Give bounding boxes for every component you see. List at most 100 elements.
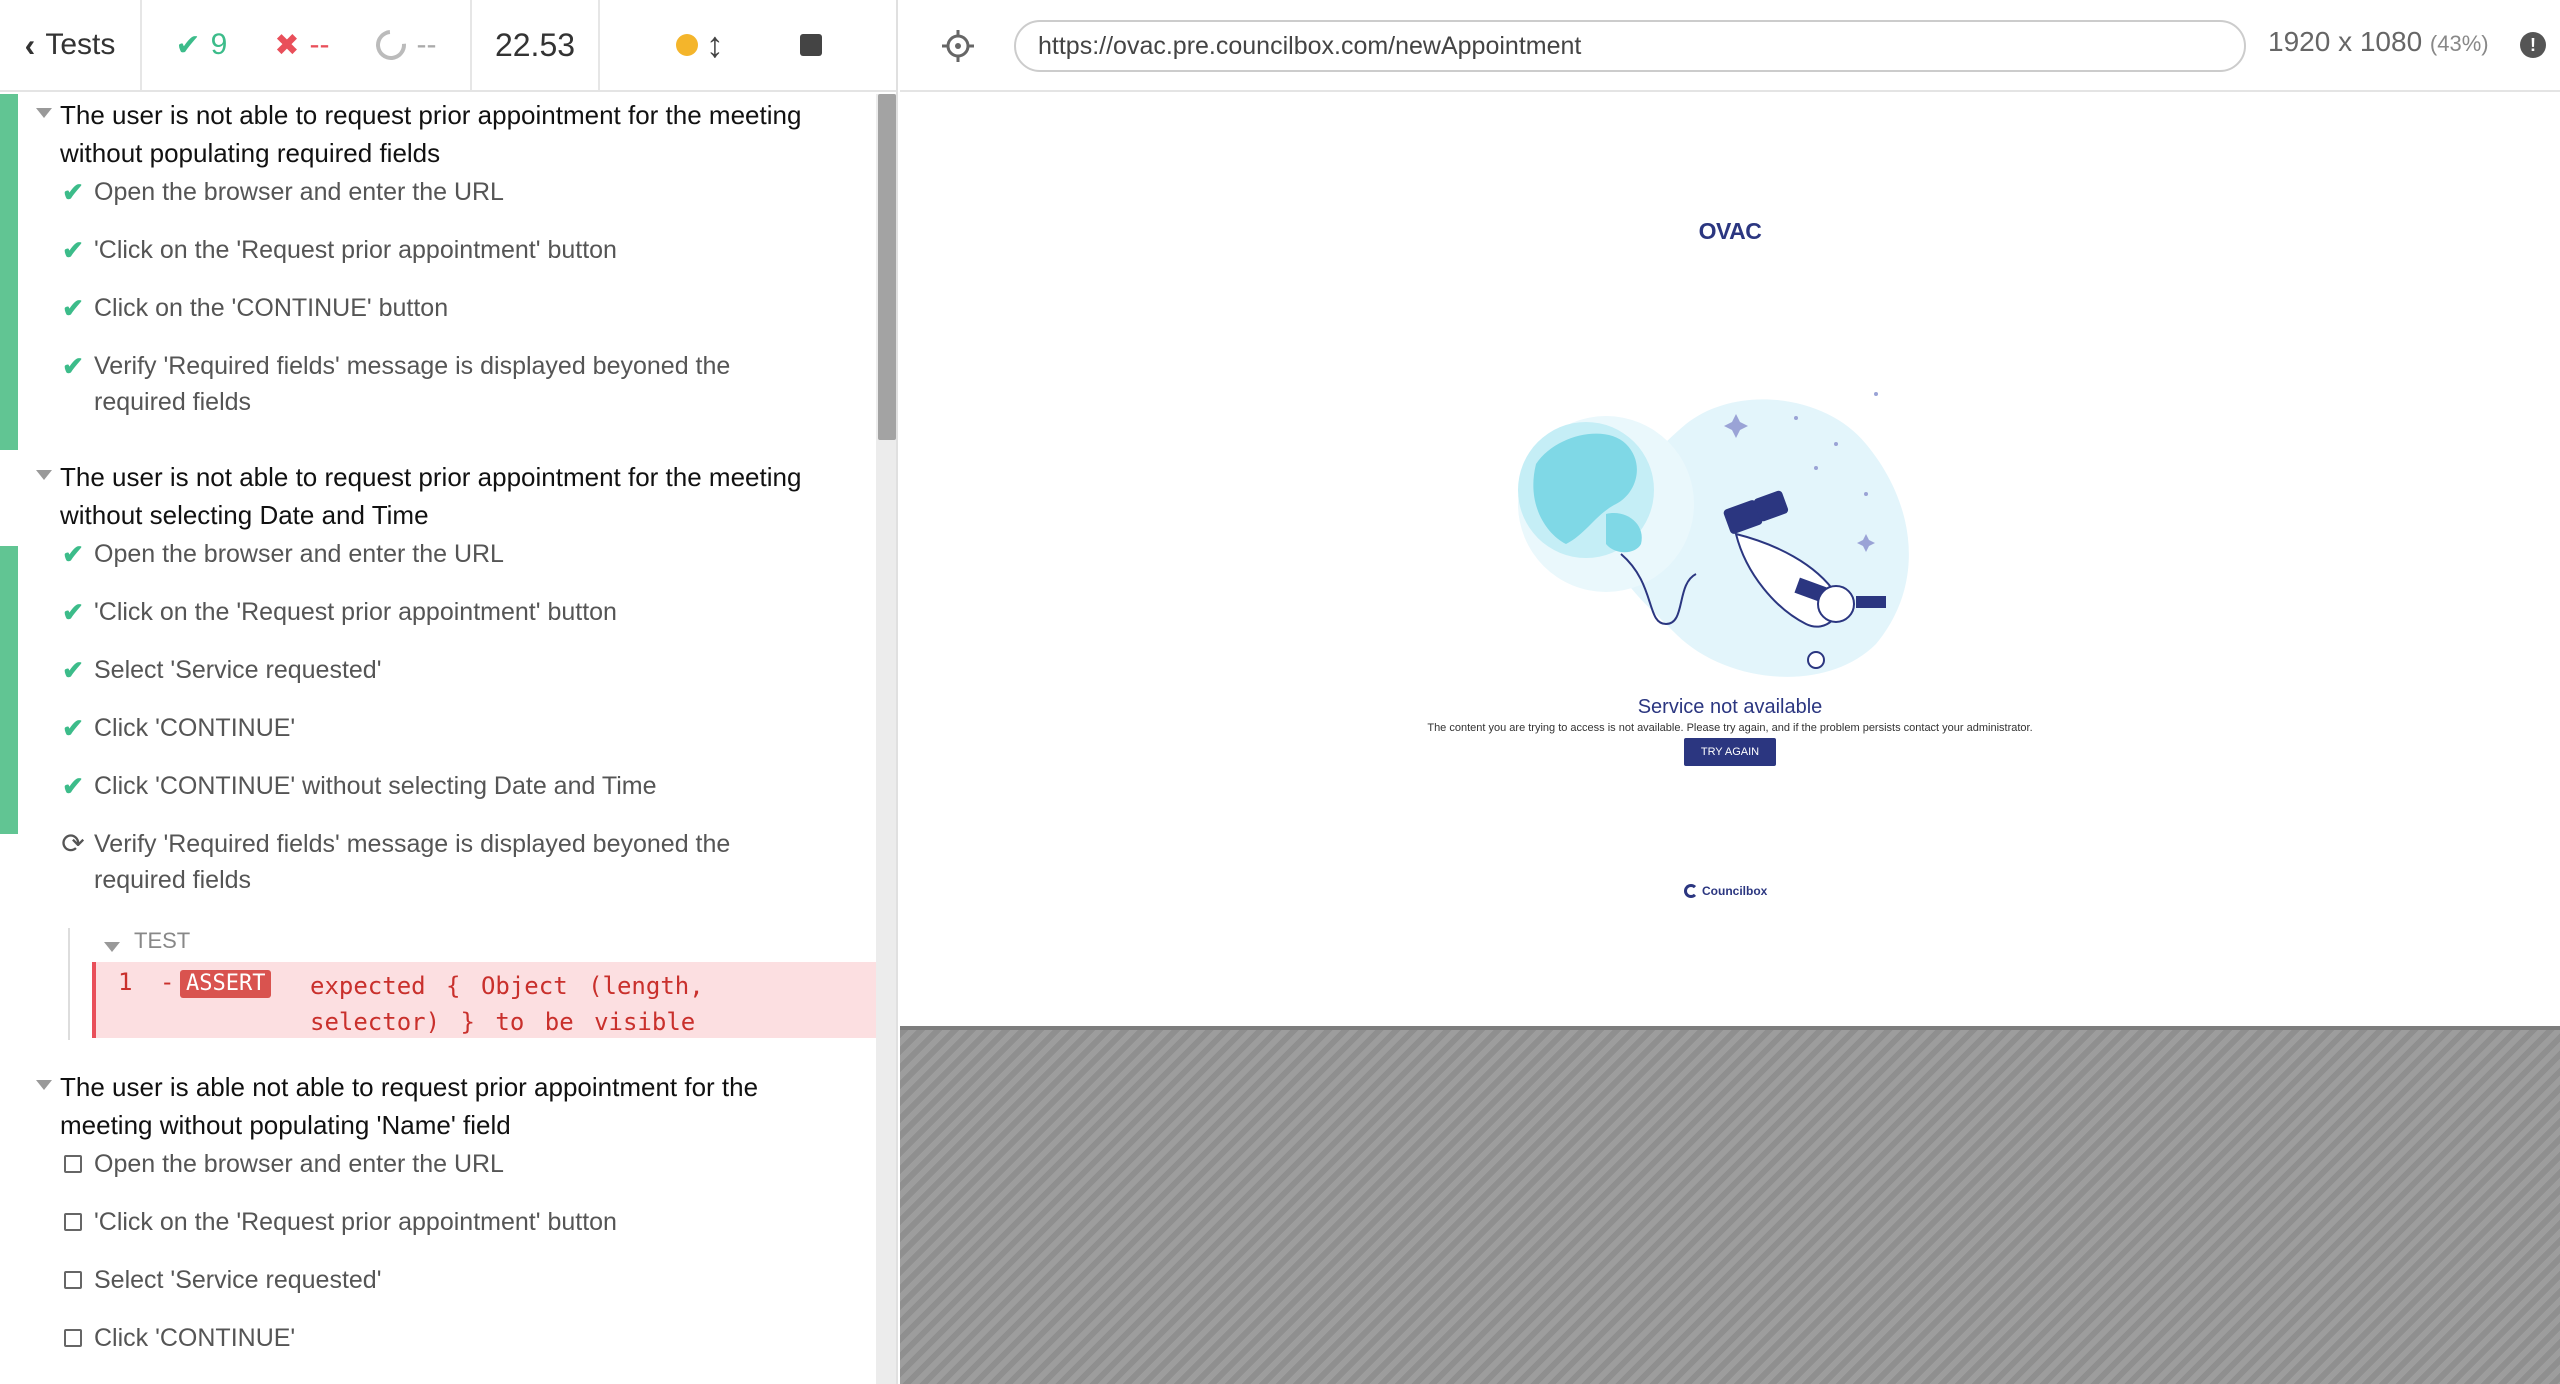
step-label: 'Click on the 'Request prior appointment… bbox=[94, 1208, 617, 1236]
check-icon: ✔ bbox=[175, 28, 201, 62]
caret-down-icon[interactable] bbox=[104, 942, 120, 952]
hook-label: TEST bbox=[134, 928, 191, 953]
check-icon: ✔ bbox=[62, 177, 84, 207]
step-item[interactable]: Select 'Service requested' bbox=[60, 1262, 820, 1298]
step-label: Open the browser and enter the URL bbox=[94, 540, 504, 568]
caret-down-icon[interactable] bbox=[36, 1080, 52, 1090]
step-item[interactable]: ✔ Click 'CONTINUE' without selecting Dat… bbox=[60, 768, 820, 804]
checkbox-icon bbox=[60, 1320, 86, 1357]
selector-playground-icon[interactable] bbox=[940, 28, 976, 64]
runner-controls: ↕ bbox=[600, 0, 896, 90]
check-icon: ✔ bbox=[62, 713, 84, 743]
stats-bar: ‹ Tests ✔ 9 ✖ -- -- 22.53 ↕ bbox=[0, 0, 896, 92]
cross-icon: ✖ bbox=[274, 28, 300, 62]
hook-divider bbox=[68, 928, 70, 1040]
check-icon: ✔ bbox=[62, 351, 84, 381]
caret-down-icon[interactable] bbox=[36, 470, 52, 480]
url-bar[interactable]: https://ovac.pre.councilbox.com/newAppoi… bbox=[1014, 20, 2246, 72]
command-message: expected { Object (length, selector) } t… bbox=[310, 972, 704, 1036]
passed-value: 9 bbox=[210, 28, 228, 61]
command-number: 1 bbox=[118, 968, 133, 996]
passed-count[interactable]: ✔ 9 bbox=[176, 28, 228, 63]
aut-iframe: OVAC Service not available The content y bbox=[900, 94, 2560, 1026]
test-title[interactable]: The user is able not able to request pri… bbox=[60, 1068, 840, 1144]
step-item[interactable]: ✔ Verify 'Required fields' message is di… bbox=[60, 348, 820, 420]
pending-value: -- bbox=[416, 28, 437, 61]
councilbox-logo: Councilbox bbox=[1684, 884, 1767, 898]
duration: 22.53 bbox=[472, 0, 600, 90]
scroll-arrows-icon: ↕ bbox=[706, 24, 724, 65]
step-label: Open the browser and enter the URL bbox=[94, 178, 504, 206]
step-label: 'Click on the 'Request prior appointment… bbox=[94, 598, 617, 626]
councilbox-logo-text: Councilbox bbox=[1702, 884, 1768, 898]
assert-command[interactable]: 1 - ASSERT expected { Object (length, se… bbox=[92, 962, 876, 1038]
scrollbar-thumb[interactable] bbox=[878, 94, 896, 440]
test-runner: ‹ Tests ✔ 9 ✖ -- -- 22.53 ↕ The user is … bbox=[0, 0, 2560, 1384]
failed-count[interactable]: ✖ -- bbox=[274, 28, 329, 63]
aut-header: https://ovac.pre.councilbox.com/newAppoi… bbox=[900, 0, 2560, 92]
auto-scroll-toggle[interactable]: ↕ bbox=[676, 27, 724, 63]
step-label: Verify 'Required fields' message is disp… bbox=[94, 352, 731, 416]
try-again-button[interactable]: TRY AGAIN bbox=[1684, 738, 1776, 766]
reporter-scrollbar[interactable] bbox=[876, 94, 896, 1384]
step-item[interactable]: ✔ Click on the 'CONTINUE' button bbox=[60, 290, 820, 326]
reporter-panel: ‹ Tests ✔ 9 ✖ -- -- 22.53 ↕ The user is … bbox=[0, 0, 898, 1384]
step-label: Open the browser and enter the URL bbox=[94, 1150, 504, 1178]
step-item[interactable]: ✔ 'Click on the 'Request prior appointme… bbox=[60, 594, 820, 630]
test-status-bar bbox=[0, 94, 18, 450]
failed-value: -- bbox=[309, 28, 330, 61]
checkbox-icon bbox=[60, 1204, 86, 1241]
tests-label: Tests bbox=[45, 28, 116, 61]
step-item[interactable]: 'Click on the 'Request prior appointment… bbox=[60, 1204, 820, 1240]
check-icon: ✔ bbox=[62, 771, 84, 801]
refresh-icon: ⟳ bbox=[61, 828, 85, 859]
check-icon: ✔ bbox=[62, 655, 84, 685]
step-item[interactable]: ✔ Select 'Service requested' bbox=[60, 652, 820, 688]
step-label: Click on the 'CONTINUE' button bbox=[94, 294, 449, 322]
step-label: Select 'Service requested' bbox=[94, 656, 382, 684]
chevron-left-icon: ‹ bbox=[24, 26, 36, 63]
check-icon: ✔ bbox=[62, 539, 84, 569]
step-item[interactable]: ✔ Open the browser and enter the URL bbox=[60, 174, 820, 210]
duration-value: 22.53 bbox=[494, 26, 576, 63]
pending-ring-icon bbox=[370, 23, 413, 67]
step-item[interactable]: ✔ 'Click on the 'Request prior appointme… bbox=[60, 232, 820, 268]
error-title: Service not available bbox=[1637, 696, 1823, 718]
check-icon: ✔ bbox=[62, 293, 84, 323]
councilbox-mark-icon bbox=[1684, 884, 1698, 898]
test-counts: ✔ 9 ✖ -- -- bbox=[142, 0, 472, 90]
step-item[interactable]: ✔ Click 'CONTINUE' bbox=[60, 710, 820, 746]
astronaut-illustration bbox=[1518, 392, 1909, 677]
check-icon: ✔ bbox=[62, 597, 84, 627]
step-item[interactable]: ✔ Open the browser and enter the URL bbox=[60, 536, 820, 572]
ovac-logo: OVAC bbox=[1698, 218, 1762, 244]
command-log: The user is not able to request prior ap… bbox=[0, 94, 876, 1384]
step-label: 'Click on the 'Request prior appointment… bbox=[94, 236, 617, 264]
check-icon: ✔ bbox=[62, 235, 84, 265]
status-dot-icon bbox=[676, 34, 698, 56]
error-description: The content you are trying to access is … bbox=[1427, 722, 2033, 734]
step-label: Click 'CONTINUE' without selecting Date … bbox=[94, 772, 657, 800]
checkbox-icon bbox=[60, 1262, 86, 1299]
step-item[interactable]: Open the browser and enter the URL bbox=[60, 1146, 820, 1182]
step-item[interactable]: Click 'CONTINUE' bbox=[60, 1320, 820, 1356]
pending-count[interactable]: -- bbox=[370, 23, 437, 67]
test-status-bar bbox=[0, 546, 18, 834]
checkbox-icon bbox=[60, 1146, 86, 1183]
info-icon[interactable]: ! bbox=[2520, 32, 2546, 58]
step-label: Click 'CONTINUE' bbox=[94, 714, 296, 742]
step-label: Click 'CONTINUE' bbox=[94, 1324, 296, 1352]
stop-button[interactable] bbox=[800, 34, 822, 56]
test-title[interactable]: The user is not able to request prior ap… bbox=[60, 96, 820, 172]
step-label: Select 'Service requested' bbox=[94, 1266, 382, 1294]
step-label: Verify 'Required fields' message is disp… bbox=[94, 830, 731, 894]
command-dash: - bbox=[160, 968, 175, 996]
command-name-badge: ASSERT bbox=[180, 970, 272, 998]
aut-empty-area bbox=[900, 1026, 2560, 1384]
viewport-scale: (43%) bbox=[2429, 31, 2489, 56]
tests-back-button[interactable]: ‹ Tests bbox=[0, 0, 142, 90]
caret-down-icon[interactable] bbox=[36, 108, 52, 118]
viewport-size: 1920 x 1080 bbox=[2268, 26, 2423, 57]
test-title[interactable]: The user is not able to request prior ap… bbox=[60, 458, 820, 534]
step-item[interactable]: ⟳ Verify 'Required fields' message is di… bbox=[60, 826, 820, 898]
